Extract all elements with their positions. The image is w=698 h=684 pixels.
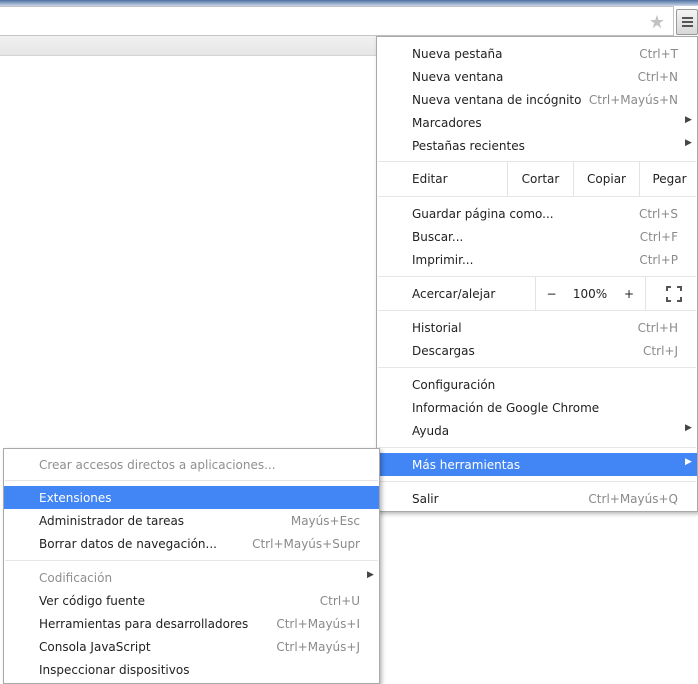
menu-item-label: Administrador de tareas [39, 514, 185, 528]
submenu-item-clear-data[interactable]: Borrar datos de navegación... Ctrl+Mayús… [4, 532, 379, 555]
menu-item-label: Ayuda [412, 424, 450, 438]
menu-item-label: Nueva ventana de incógnito [412, 93, 582, 107]
menu-item-label: Más herramientas [412, 458, 521, 472]
menu-item-help[interactable]: Ayuda ▶ [377, 419, 697, 442]
zoom-out-button[interactable]: − [535, 277, 567, 311]
address-bar[interactable] [0, 6, 674, 36]
shortcut-text: Ctrl+T [639, 47, 678, 61]
menu-item-label: Consola JavaScript [39, 640, 151, 654]
shortcut-text: Ctrl+Mayús+N [588, 93, 678, 107]
edit-row: Editar Cortar Copiar Pegar [377, 162, 697, 196]
shortcut-text: Ctrl+J [643, 344, 678, 358]
menu-item-label: Nueva ventana [412, 70, 504, 84]
menu-item-about[interactable]: Información de Google Chrome [377, 396, 697, 419]
menu-item-label: Descargas [412, 344, 475, 358]
chevron-right-icon: ▶ [367, 570, 374, 580]
zoom-level: 100% [572, 287, 608, 301]
menu-item-label: Salir [412, 492, 439, 506]
chevron-right-icon: ▶ [685, 115, 692, 125]
chevron-right-icon: ▶ [685, 457, 692, 467]
menu-item-label: Codificación [39, 571, 113, 585]
menu-item-exit[interactable]: Salir Ctrl+Mayús+Q [377, 487, 697, 510]
fullscreen-button[interactable] [645, 277, 698, 311]
zoom-row: Acercar/alejar − 100% + [377, 277, 697, 311]
submenu-item-task-manager[interactable]: Administrador de tareas Mayús+Esc [4, 509, 379, 532]
menu-item-label: Herramientas para desarrolladores [39, 617, 249, 631]
shortcut-text: Ctrl+Mayús+Q [588, 492, 678, 506]
menu-item-label: Información de Google Chrome [412, 401, 600, 415]
shortcut-text: Ctrl+F [639, 230, 678, 244]
menu-item-save-page[interactable]: Guardar página como... Ctrl+S [377, 202, 697, 225]
menu-item-label: Marcadores [412, 116, 482, 130]
hamburger-bar [682, 21, 693, 23]
chrome-menu-button[interactable] [676, 9, 698, 35]
shortcut-text: Ctrl+N [637, 70, 678, 84]
star-icon[interactable]: ★ [647, 13, 667, 33]
fullscreen-icon [666, 286, 682, 302]
menu-item-label: Buscar... [412, 230, 464, 244]
menu-item-label: Ver código fuente [39, 594, 145, 608]
menu-item-label: Nueva pestaña [412, 47, 503, 61]
zoom-label: Acercar/alejar [412, 287, 496, 301]
menu-separator [378, 310, 696, 311]
submenu-item-create-shortcuts[interactable]: Crear accesos directos a aplicaciones... [4, 453, 379, 476]
menu-item-label: Historial [412, 321, 462, 335]
menu-item-label: Inspeccionar dispositivos [39, 663, 190, 677]
shortcut-text: Ctrl+S [638, 207, 678, 221]
submenu-item-dev-tools[interactable]: Herramientas para desarrolladores Ctrl+M… [4, 612, 379, 635]
paste-button[interactable]: Pegar [639, 162, 698, 196]
menu-item-label: Crear accesos directos a aplicaciones... [39, 458, 276, 472]
chevron-right-icon: ▶ [685, 138, 692, 148]
edit-label: Editar [412, 172, 448, 186]
menu-item-label: Configuración [412, 378, 496, 392]
menu-item-recent-tabs[interactable]: Pestañas recientes ▶ [377, 134, 697, 157]
menu-separator [378, 196, 696, 197]
chrome-main-menu: Nueva pestaña Ctrl+T Nueva ventana Ctrl+… [376, 36, 698, 512]
shortcut-text: Mayús+Esc [290, 514, 360, 528]
menu-item-more-tools[interactable]: Más herramientas ▶ [377, 453, 697, 476]
submenu-item-view-source[interactable]: Ver código fuente Ctrl+U [4, 589, 379, 612]
copy-button[interactable]: Copiar [573, 162, 639, 196]
menu-item-label: Guardar página como... [412, 207, 554, 221]
menu-separator [378, 367, 696, 368]
menu-separator [378, 447, 696, 448]
hamburger-bar [682, 25, 693, 27]
bookmark-bar [0, 36, 376, 56]
menu-item-label: Imprimir... [412, 253, 474, 267]
chevron-right-icon: ▶ [685, 423, 692, 433]
menu-item-history[interactable]: Historial Ctrl+H [377, 316, 697, 339]
hamburger-menu-icon [682, 17, 693, 19]
shortcut-text: Ctrl+H [637, 321, 678, 335]
zoom-in-button[interactable]: + [613, 277, 645, 311]
submenu-item-encoding[interactable]: Codificación ▶ [4, 566, 379, 589]
shortcut-text: Ctrl+Mayús+Supr [252, 537, 360, 551]
menu-item-find[interactable]: Buscar... Ctrl+F [377, 225, 697, 248]
menu-item-new-tab[interactable]: Nueva pestaña Ctrl+T [377, 42, 697, 65]
menu-item-incognito[interactable]: Nueva ventana de incógnito Ctrl+Mayús+N [377, 88, 697, 111]
shortcut-text: Ctrl+Mayús+I [276, 617, 360, 631]
menu-item-settings[interactable]: Configuración [377, 373, 697, 396]
menu-separator [5, 560, 378, 561]
shortcut-text: Ctrl+P [639, 253, 678, 267]
menu-separator [5, 480, 378, 481]
menu-item-bookmarks[interactable]: Marcadores ▶ [377, 111, 697, 134]
menu-item-print[interactable]: Imprimir... Ctrl+P [377, 248, 697, 271]
menu-separator [378, 481, 696, 482]
shortcut-text: Ctrl+U [319, 594, 360, 608]
menu-item-new-window[interactable]: Nueva ventana Ctrl+N [377, 65, 697, 88]
submenu-item-js-console[interactable]: Consola JavaScript Ctrl+Mayús+J [4, 635, 379, 658]
submenu-item-extensions[interactable]: Extensiones [4, 486, 379, 509]
cut-button[interactable]: Cortar [507, 162, 573, 196]
submenu-item-inspect-devices[interactable]: Inspeccionar dispositivos [4, 658, 379, 681]
menu-item-downloads[interactable]: Descargas Ctrl+J [377, 339, 697, 362]
more-tools-submenu: Crear accesos directos a aplicaciones...… [3, 448, 380, 684]
menu-item-label: Extensiones [39, 491, 112, 505]
menu-item-label: Borrar datos de navegación... [39, 537, 217, 551]
menu-item-label: Pestañas recientes [412, 139, 525, 153]
shortcut-text: Ctrl+Mayús+J [276, 640, 360, 654]
